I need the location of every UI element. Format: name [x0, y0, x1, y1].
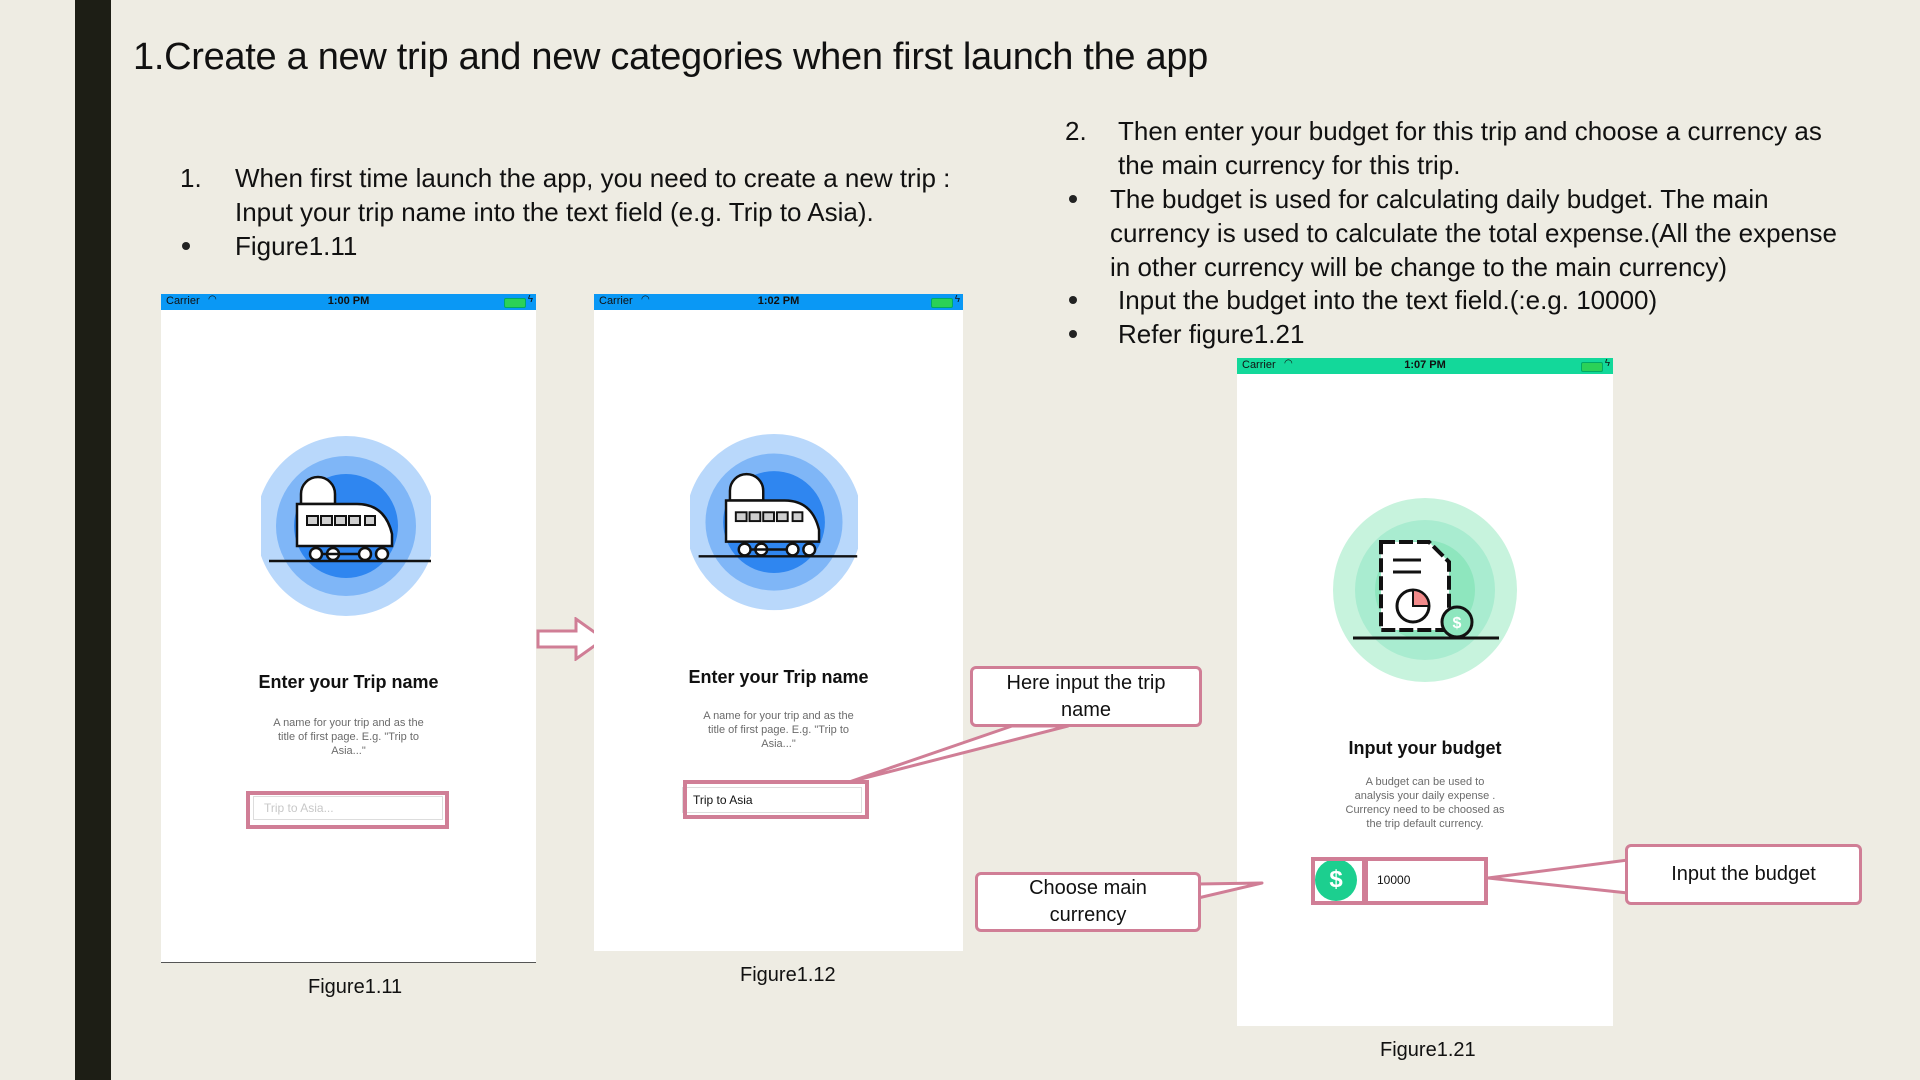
callout-trip-name: Here input the trip name: [970, 666, 1202, 727]
callout-text-line: currency: [1049, 904, 1127, 926]
callout-main-currency: Choose main currency: [975, 872, 1201, 932]
callout-text-line: Choose main: [1029, 877, 1147, 899]
callout-pointers: [847, 724, 1630, 900]
callout-text-line: Input the budget: [1671, 863, 1816, 885]
callout-input-budget: Input the budget: [1625, 844, 1862, 905]
callout-text-line: Here input the trip: [1006, 671, 1166, 694]
callout-text-line: name: [1060, 698, 1111, 721]
